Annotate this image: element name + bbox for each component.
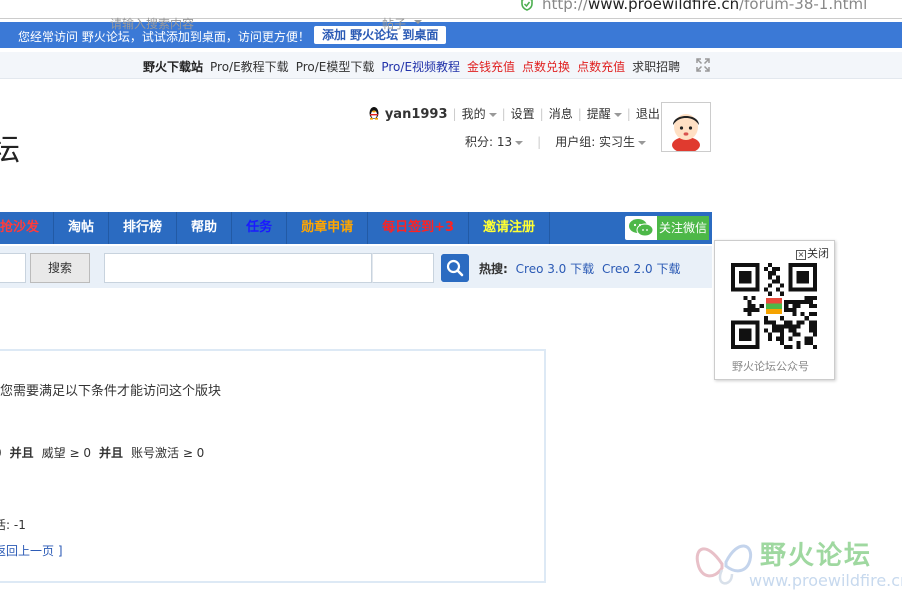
chevron-down-icon (515, 140, 524, 145)
nav-items: 抢沙发 淘帖 排行榜 帮助 任务 勋章申请 每日签到+3 邀请注册 (0, 212, 551, 244)
messages-link[interactable]: 消息 (549, 107, 573, 121)
usergroup-label: 用户组: 实习生 (555, 135, 636, 149)
url-prefix: http:// (542, 0, 588, 13)
chevron-down-icon (613, 112, 622, 117)
watermark-url: www.proewildfire.cn (749, 571, 902, 590)
search-submit-button[interactable] (441, 254, 469, 282)
secure-shield-icon (521, 0, 533, 11)
user-menu: yan1993 | 我的 | 设置 | 消息 | 提醒 | 退出 (367, 105, 660, 122)
wechat-label: 关注微信 (657, 216, 709, 240)
access-conditions: 0并且威望 ≥ 0并且账号激活 ≥ 0 (0, 444, 204, 461)
cond-activation: 账号激活 ≥ 0 (131, 446, 205, 460)
cond-and: 并且 (9, 446, 34, 460)
qq-penguin-icon (369, 107, 379, 120)
site-logo[interactable]: 坛 (0, 125, 20, 169)
reminders-label: 提醒 (586, 107, 611, 121)
top-link[interactable]: 点数兑换 (522, 60, 570, 74)
nav-item[interactable]: 排行榜 (109, 212, 178, 244)
main-nav: 抢沙发 淘帖 排行榜 帮助 任务 勋章申请 每日签到+3 邀请注册 关注微信 (0, 212, 712, 244)
nav-item[interactable]: 任务 (232, 212, 288, 244)
url-host: www.proewildfire.cn (587, 0, 740, 13)
quick-search-input[interactable] (0, 253, 26, 283)
chevron-down-icon (638, 140, 647, 145)
close-box-icon: × (796, 250, 806, 260)
chevron-down-icon (414, 20, 422, 24)
my-menu-label: 我的 (461, 107, 486, 121)
search-button[interactable]: 搜索 (30, 253, 90, 283)
top-link[interactable]: Pro/E视频教程 (381, 60, 460, 74)
top-link[interactable]: 野火下载站 (143, 60, 203, 74)
top-link[interactable]: 点数充值 (577, 60, 625, 74)
nav-item[interactable]: 勋章申请 (287, 212, 369, 244)
qr-code-image (731, 263, 817, 349)
username-link[interactable]: yan1993 (385, 107, 448, 122)
top-link[interactable]: 求职招聘 (632, 60, 680, 74)
hot-label: 热搜: (479, 262, 508, 276)
logout-link[interactable]: 退出 (636, 107, 660, 121)
cond-prefix: 0 (0, 446, 2, 460)
fullscreen-icon[interactable] (696, 58, 710, 72)
search-type-select[interactable] (372, 253, 434, 283)
nav-item[interactable]: 淘帖 (54, 212, 110, 244)
top-link[interactable]: 金钱充值 (467, 60, 515, 74)
watermark-title: 野火论坛 (760, 541, 873, 571)
add-to-desktop-button[interactable]: 添加 野火论坛 到桌面 (314, 26, 447, 44)
url-path: /forum-38-1.html (739, 0, 868, 13)
url-text[interactable]: http://www.proewildfire.cn/forum-38-1.ht… (542, 0, 867, 13)
follow-wechat-button[interactable]: 关注微信 (625, 216, 709, 240)
hot-item[interactable]: Creo 3.0 下载 (516, 262, 595, 276)
top-link[interactable]: Pro/E教程下载 (210, 60, 289, 74)
wechat-icon (629, 219, 654, 237)
avatar[interactable] (661, 102, 711, 152)
qr-caption: 野火论坛公众号 (732, 360, 809, 373)
usergroup-menu[interactable]: 用户组: 实习生 (555, 135, 647, 149)
my-menu[interactable]: 我的 (462, 107, 497, 121)
nav-item[interactable]: 帮助 (177, 212, 233, 244)
search-placeholder: 请输入搜索内容 (110, 17, 195, 31)
points-menu[interactable]: 积分: 13 (465, 135, 524, 149)
search-type-value: 帖子 (382, 17, 407, 31)
hot-item[interactable]: Creo 2.0 下载 (602, 262, 681, 276)
chevron-down-icon (488, 112, 497, 117)
cond-and: 并且 (98, 446, 123, 460)
reminders-menu[interactable]: 提醒 (587, 107, 622, 121)
access-condition-title: 您需要满足以下条件才能访问这个版块 (0, 384, 222, 399)
qr-close-label: 关闭 (807, 247, 829, 260)
go-back-link[interactable]: 返回上一页 ] (0, 542, 63, 559)
nav-item[interactable]: 抢沙发 (0, 212, 55, 244)
nav-item[interactable]: 邀请注册 (469, 212, 551, 244)
current-value-line: 活: -1 (0, 518, 26, 532)
search-input[interactable] (104, 253, 372, 283)
top-link-bar: 野火下载站 Pro/E教程下载 Pro/E模型下载 Pro/E视频教程 金钱充值 点数兑换… (0, 52, 902, 79)
cond-prestige: 威望 ≥ 0 (41, 446, 91, 460)
settings-link[interactable]: 设置 (511, 107, 535, 121)
qr-close-button[interactable]: × 关闭 (796, 245, 829, 261)
points-label: 积分: 13 (465, 135, 513, 149)
nav-item[interactable]: 每日签到+3 (368, 212, 470, 244)
user-stats: 积分: 13 | 用户组: 实习生 (465, 133, 647, 150)
top-link[interactable]: Pro/E模型下载 (296, 60, 375, 74)
top-links: 野火下载站 Pro/E教程下载 Pro/E模型下载 Pro/E视频教程 金钱充值 点数兑换… (143, 58, 687, 75)
hot-searches: 热搜: Creo 3.0 下载 Creo 2.0 下载 (479, 260, 680, 277)
